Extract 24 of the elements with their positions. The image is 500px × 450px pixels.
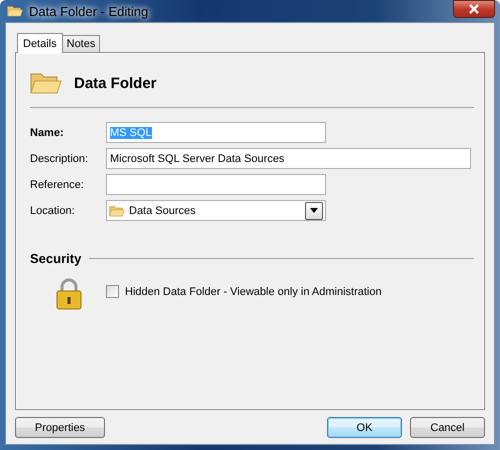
field-label: Location: xyxy=(30,204,76,216)
field-label: Reference: xyxy=(30,178,85,190)
dialog-button[interactable]: OK xyxy=(327,417,402,438)
checkbox[interactable] xyxy=(106,285,119,298)
input-field[interactable] xyxy=(106,174,326,195)
section-title: Security xyxy=(30,251,82,266)
field-label: Description: xyxy=(30,152,90,164)
tab[interactable]: Details xyxy=(17,33,63,53)
window-title: Data Folder - Editing xyxy=(29,4,148,18)
location-dropdown[interactable]: Data Sources xyxy=(106,200,326,221)
checkbox-label[interactable]: Hidden Data Folder - Viewable only in Administration xyxy=(125,286,382,298)
dialog-button[interactable]: Properties xyxy=(15,417,105,438)
section-title: Data Folder xyxy=(74,74,157,92)
close-button[interactable] xyxy=(453,0,495,18)
field-label: Name: xyxy=(30,126,65,138)
padlock-icon xyxy=(56,278,82,310)
folder-icon xyxy=(30,71,62,95)
input-field[interactable]: Microsoft SQL Server Data Sources xyxy=(106,148,471,169)
folder-icon xyxy=(109,204,125,216)
dialog-button[interactable]: Cancel xyxy=(410,417,485,438)
folder-icon xyxy=(7,5,23,17)
close-icon xyxy=(468,4,480,14)
tab[interactable]: Notes xyxy=(62,35,100,52)
dropdown-icon[interactable] xyxy=(305,202,323,220)
